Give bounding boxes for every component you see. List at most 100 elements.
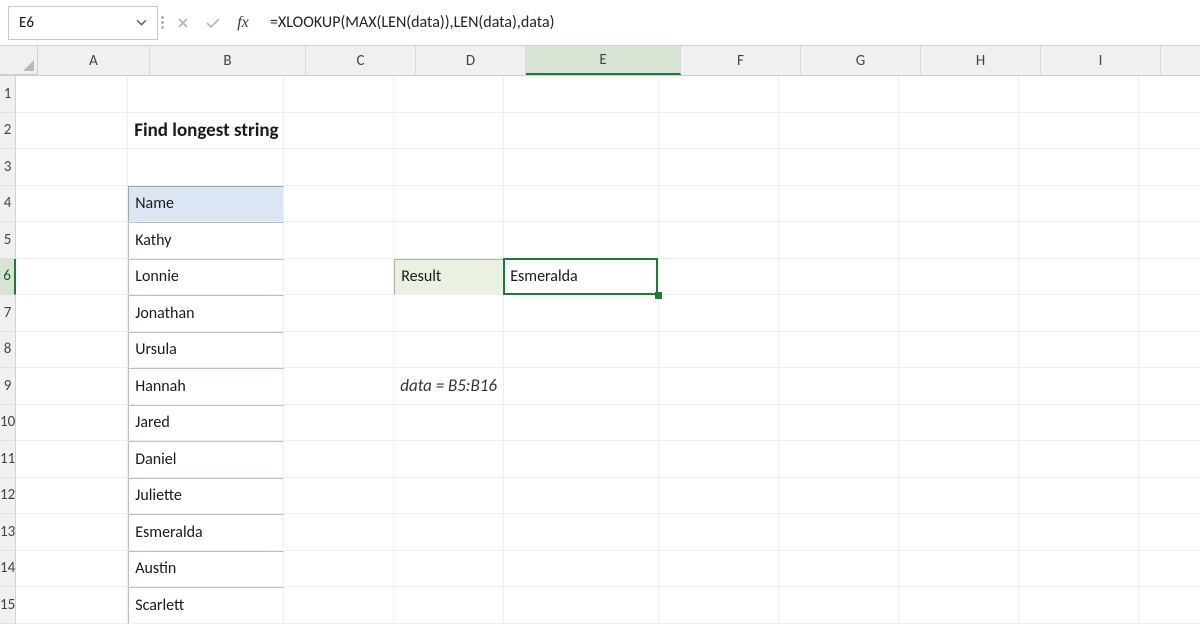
cell[interactable] — [779, 514, 899, 551]
cell[interactable] — [659, 368, 779, 405]
column-header[interactable]: G — [801, 46, 921, 75]
column-header[interactable]: F — [681, 46, 801, 75]
row-header[interactable]: 8 — [0, 332, 16, 369]
cell[interactable] — [899, 222, 1019, 259]
cell[interactable] — [16, 332, 128, 369]
cell[interactable] — [284, 587, 394, 624]
cell[interactable] — [394, 587, 504, 624]
cell[interactable] — [504, 332, 659, 369]
row-header[interactable]: 11 — [0, 441, 16, 478]
cell[interactable] — [284, 186, 394, 223]
row-header[interactable]: 13 — [0, 514, 16, 551]
cell[interactable] — [394, 332, 504, 369]
enter-formula-button[interactable] — [198, 6, 228, 40]
column-header[interactable]: J — [1161, 46, 1200, 75]
cell[interactable] — [284, 514, 394, 551]
cell[interactable] — [1019, 295, 1139, 332]
cell[interactable] — [779, 587, 899, 624]
cell[interactable] — [1019, 368, 1139, 405]
cell[interactable] — [899, 368, 1019, 405]
cell[interactable] — [394, 441, 504, 478]
cell[interactable] — [659, 222, 779, 259]
cell[interactable] — [394, 551, 504, 588]
cell[interactable] — [1139, 332, 1200, 369]
row-header[interactable]: 9 — [0, 368, 16, 405]
cell[interactable] — [16, 514, 128, 551]
row-header[interactable]: 4 — [0, 186, 16, 223]
cell[interactable] — [504, 551, 659, 588]
column-header[interactable]: D — [416, 46, 526, 75]
cell[interactable] — [659, 259, 779, 296]
name-box[interactable]: E6 — [8, 6, 158, 40]
cell[interactable] — [1019, 405, 1139, 442]
cell[interactable] — [1139, 478, 1200, 515]
cell-grid[interactable]: Find longest string Name — [16, 76, 1200, 624]
cell[interactable] — [16, 259, 128, 296]
cell[interactable] — [1139, 368, 1200, 405]
cell[interactable] — [659, 478, 779, 515]
cell[interactable] — [16, 441, 128, 478]
cell[interactable] — [779, 149, 899, 186]
cell[interactable] — [16, 113, 128, 150]
row-header[interactable]: 10 — [0, 405, 16, 442]
cell[interactable] — [1019, 441, 1139, 478]
cell-title[interactable]: Find longest string — [128, 113, 284, 150]
cell[interactable] — [779, 551, 899, 588]
row-header[interactable]: 15 — [0, 587, 16, 624]
cell[interactable] — [504, 149, 659, 186]
cell[interactable] — [1139, 295, 1200, 332]
cell[interactable] — [779, 478, 899, 515]
cell[interactable] — [284, 368, 394, 405]
cell[interactable] — [899, 478, 1019, 515]
cell[interactable] — [284, 295, 394, 332]
cell[interactable] — [504, 441, 659, 478]
cell-note[interactable]: data = B5:B16 — [394, 368, 504, 405]
row-header[interactable]: 14 — [0, 551, 16, 588]
cell[interactable] — [659, 295, 779, 332]
cell[interactable] — [1019, 514, 1139, 551]
table-row[interactable]: Jared — [128, 405, 284, 442]
table-row[interactable]: Esmeralda — [128, 514, 284, 551]
cell[interactable] — [1139, 441, 1200, 478]
formula-input[interactable]: =XLOOKUP(MAX(LEN(data)),LEN(data),data) — [262, 6, 1192, 40]
row-header[interactable]: 7 — [0, 295, 16, 332]
cell[interactable] — [284, 551, 394, 588]
cell[interactable] — [284, 478, 394, 515]
cell[interactable] — [16, 295, 128, 332]
chevron-down-icon[interactable] — [135, 17, 147, 29]
cell[interactable] — [659, 514, 779, 551]
cell[interactable] — [659, 551, 779, 588]
cell[interactable] — [394, 514, 504, 551]
cell[interactable] — [659, 405, 779, 442]
cell[interactable] — [659, 332, 779, 369]
cell[interactable] — [284, 76, 394, 113]
column-header[interactable]: A — [38, 46, 150, 75]
cell[interactable] — [1139, 113, 1200, 150]
table-row[interactable]: Lonnie — [128, 259, 284, 296]
cell[interactable] — [899, 551, 1019, 588]
insert-function-button[interactable]: fx — [228, 6, 258, 40]
cell[interactable] — [504, 186, 659, 223]
cell[interactable] — [1139, 551, 1200, 588]
cell[interactable] — [1019, 587, 1139, 624]
cell[interactable] — [16, 186, 128, 223]
cell[interactable] — [779, 368, 899, 405]
cancel-formula-button[interactable] — [168, 6, 198, 40]
cell[interactable] — [394, 113, 504, 150]
cell[interactable] — [1139, 222, 1200, 259]
cell[interactable] — [394, 222, 504, 259]
cell[interactable] — [504, 587, 659, 624]
cell[interactable] — [504, 222, 659, 259]
cell[interactable] — [779, 405, 899, 442]
row-header-active[interactable]: 6 — [0, 259, 16, 296]
cell[interactable] — [128, 76, 284, 113]
column-header[interactable]: B — [150, 46, 306, 75]
cell[interactable] — [659, 149, 779, 186]
cell[interactable] — [128, 149, 284, 186]
table-row[interactable]: Jonathan — [128, 295, 284, 332]
cell[interactable] — [394, 295, 504, 332]
result-label-cell[interactable]: Result — [394, 259, 504, 296]
cell[interactable] — [394, 76, 504, 113]
cell[interactable] — [899, 259, 1019, 296]
table-header-name[interactable]: Name — [128, 186, 284, 223]
